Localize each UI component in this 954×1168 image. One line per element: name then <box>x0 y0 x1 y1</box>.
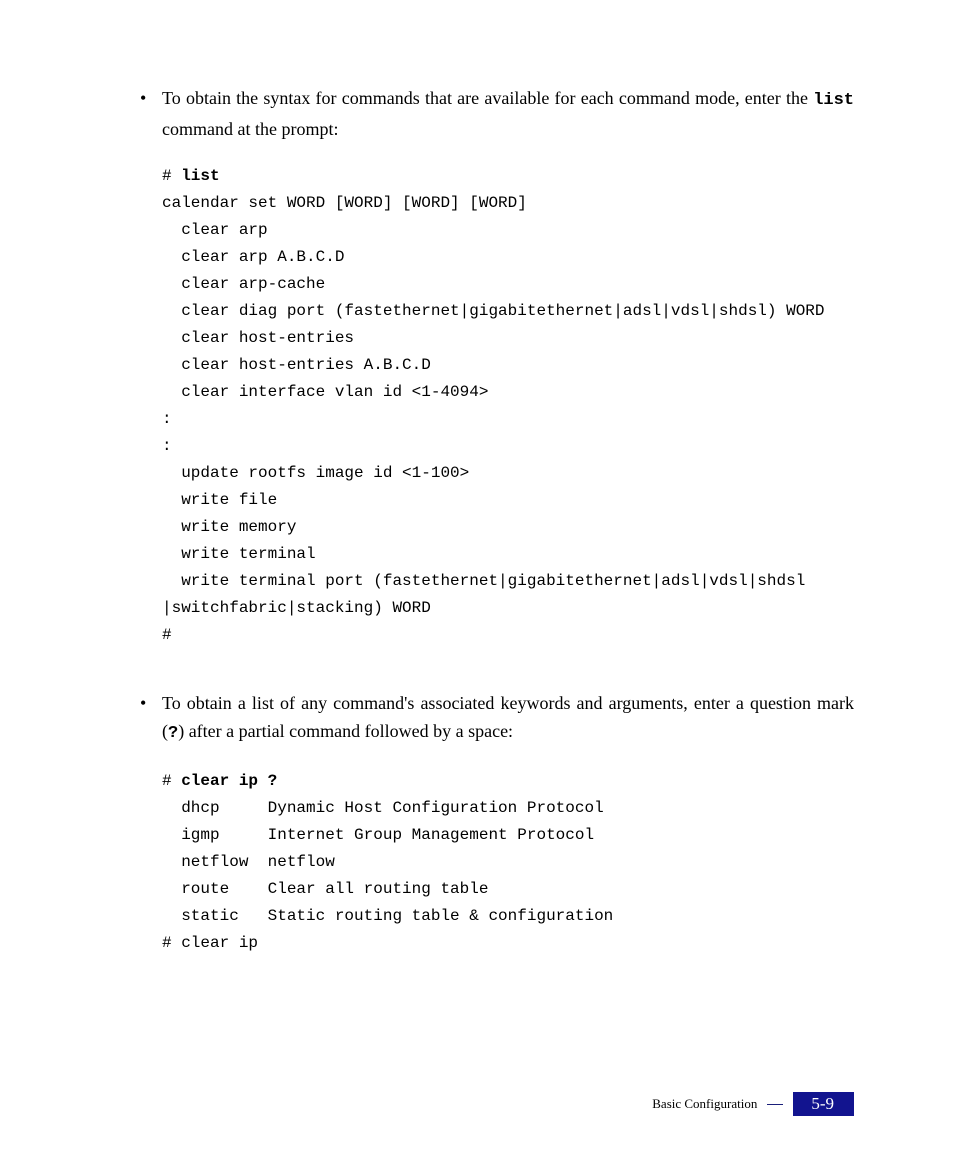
code1-cmd: list <box>181 167 219 185</box>
code1-body: calendar set WORD [WORD] [WORD] [WORD] c… <box>162 194 825 644</box>
page-footer: Basic Configuration 5-9 <box>652 1092 854 1116</box>
bullet-text-2: To obtain a list of any command's associ… <box>162 689 854 748</box>
bullet-marker: • <box>100 689 162 748</box>
bullet-2-post: ) after a partial command followed by a … <box>178 721 513 741</box>
footer-page-number: 5-9 <box>793 1092 854 1116</box>
bullet-1-pre: To obtain the syntax for commands that a… <box>162 88 813 108</box>
bullet-1-post: command at the prompt: <box>162 119 338 139</box>
bullet-item-1: • To obtain the syntax for commands that… <box>100 84 854 143</box>
bullet-marker: • <box>100 84 162 143</box>
bullet-2-cmd: ? <box>168 724 178 743</box>
footer-line <box>767 1104 783 1105</box>
code2-prompt: # <box>162 772 181 790</box>
code2-body: dhcp Dynamic Host Configuration Protocol… <box>162 799 613 952</box>
bullet-1-cmd: list <box>813 91 854 110</box>
code-block-2: # clear ip ? dhcp Dynamic Host Configura… <box>162 768 854 957</box>
code2-cmd: clear ip ? <box>181 772 277 790</box>
page: • To obtain the syntax for commands that… <box>0 0 954 1168</box>
code1-prompt: # <box>162 167 181 185</box>
bullet-text-1: To obtain the syntax for commands that a… <box>162 84 854 143</box>
bullet-item-2: • To obtain a list of any command's asso… <box>100 689 854 748</box>
code-block-1: # list calendar set WORD [WORD] [WORD] [… <box>162 163 854 649</box>
footer-label: Basic Configuration <box>652 1096 757 1112</box>
